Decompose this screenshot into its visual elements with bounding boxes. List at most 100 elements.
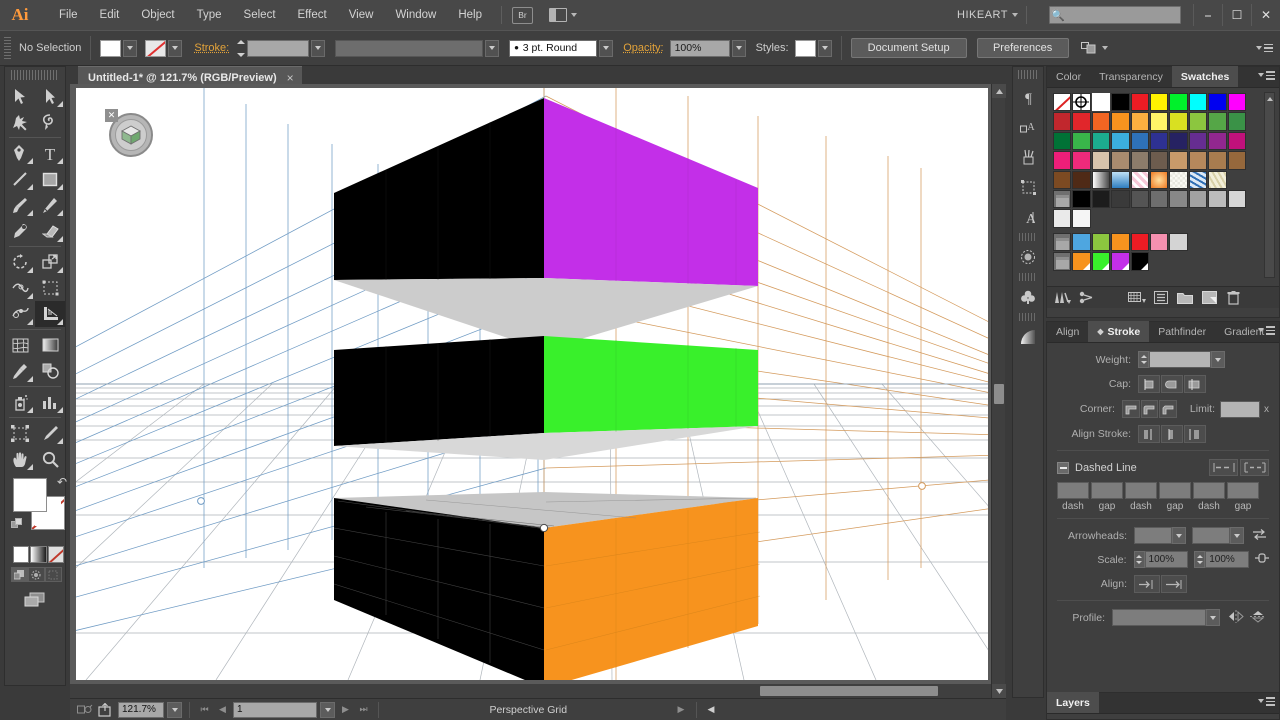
slice-tool[interactable] xyxy=(35,420,65,446)
horizontal-scroll-thumb[interactable] xyxy=(760,686,938,696)
swatch-gray[interactable] xyxy=(1149,189,1169,209)
symbol-library-icon[interactable] xyxy=(1013,282,1043,312)
collapse-status-button[interactable]: ◀ xyxy=(704,702,719,718)
first-artboard-button[interactable]: ⏮ xyxy=(197,702,212,718)
swatch-color[interactable] xyxy=(1169,131,1188,151)
swatch-pattern-pink[interactable] xyxy=(1130,170,1149,189)
swatch-gray[interactable] xyxy=(1091,189,1111,209)
profile-dropdown[interactable] xyxy=(1112,609,1220,626)
bridge-button[interactable]: Br xyxy=(512,6,533,24)
swatch-color[interactable] xyxy=(1188,112,1208,131)
minimize-button[interactable]: ⎯ xyxy=(1193,4,1222,26)
swatch-black[interactable] xyxy=(1111,93,1130,112)
change-screen-mode-button[interactable] xyxy=(22,590,48,610)
color-group-folder-icon[interactable] xyxy=(1053,232,1072,252)
new-color-group-icon[interactable] xyxy=(1175,289,1195,307)
menu-effect[interactable]: Effect xyxy=(287,0,338,30)
gradient-tool[interactable] xyxy=(35,332,65,358)
panel-grip[interactable] xyxy=(1018,70,1038,79)
opacity-label[interactable]: Opacity: xyxy=(623,42,663,54)
miter-join-button[interactable] xyxy=(1121,400,1140,418)
dashes-preserve-exact-button[interactable] xyxy=(1209,459,1238,476)
swatch-registration[interactable] xyxy=(1072,93,1091,112)
selection-tool[interactable] xyxy=(5,83,35,109)
swatch-gray[interactable] xyxy=(1169,189,1188,209)
swatch-color[interactable] xyxy=(1111,131,1130,151)
scale-end-field[interactable]: 100% xyxy=(1205,551,1249,568)
arrowhead-start-dropdown[interactable] xyxy=(1134,527,1186,544)
swatch-color[interactable] xyxy=(1091,131,1111,151)
swatch-green[interactable] xyxy=(1169,93,1188,112)
dash-input[interactable] xyxy=(1125,482,1157,499)
arrange-documents-button[interactable] xyxy=(549,8,577,22)
line-segment-tool[interactable] xyxy=(5,166,35,192)
stroke-dropdown[interactable] xyxy=(168,39,183,57)
close-button[interactable]: ✕ xyxy=(1251,4,1280,26)
brush-definition-field[interactable]: • 3 pt. Round xyxy=(509,39,598,57)
share-on-behance-icon[interactable] xyxy=(97,702,115,718)
swatch-group-color[interactable] xyxy=(1130,232,1149,252)
opacity-dropdown[interactable] xyxy=(731,39,746,57)
pencil-tool[interactable] xyxy=(35,192,65,218)
swatch-color[interactable] xyxy=(1149,151,1169,170)
tab-stroke[interactable]: ◆ Stroke xyxy=(1088,321,1150,342)
menu-object[interactable]: Object xyxy=(130,0,185,30)
tab-transparency[interactable]: Transparency xyxy=(1090,66,1172,87)
document-setup-button[interactable]: Document Setup xyxy=(850,38,967,58)
paragraph-icon[interactable]: ¶ xyxy=(1013,82,1043,112)
magic-wand-tool[interactable] xyxy=(5,109,35,135)
control-panel-menu-button[interactable] xyxy=(1256,41,1273,55)
gap-field-1[interactable]: gap xyxy=(1091,482,1123,512)
eraser-tool[interactable] xyxy=(35,218,65,244)
swatch-color[interactable] xyxy=(1091,112,1111,131)
rectangle-tool[interactable] xyxy=(35,166,65,192)
lasso-tool[interactable] xyxy=(35,109,65,135)
swatch-cyan[interactable] xyxy=(1188,93,1208,112)
swatch-color[interactable] xyxy=(1188,151,1208,170)
preferences-button[interactable]: Preferences xyxy=(976,38,1069,58)
place-arrow-tip-at-end-button[interactable] xyxy=(1161,575,1187,593)
scroll-up-button[interactable] xyxy=(1265,93,1274,104)
swatch-color[interactable] xyxy=(1072,112,1091,131)
rotate-tool[interactable] xyxy=(5,249,35,275)
swatch-gray[interactable] xyxy=(1111,189,1130,209)
scale-start-field[interactable]: 100% xyxy=(1144,551,1189,568)
swatch-gray[interactable] xyxy=(1130,189,1149,209)
hand-tool[interactable] xyxy=(5,446,35,472)
swatch-global-green[interactable] xyxy=(1091,252,1111,271)
blend-tool[interactable] xyxy=(35,358,65,384)
weight-dropdown[interactable] xyxy=(1211,351,1227,368)
swatch-libraries-icon[interactable] xyxy=(1053,289,1073,307)
link-color-harmony-icon[interactable] xyxy=(1077,289,1097,307)
menu-help[interactable]: Help xyxy=(447,0,493,30)
swatch-color[interactable] xyxy=(1111,112,1130,131)
mesh-tool[interactable] xyxy=(5,332,35,358)
next-artboard-button[interactable]: ▶ xyxy=(338,702,353,718)
swatch-blue[interactable] xyxy=(1208,93,1227,112)
maximize-button[interactable]: ☐ xyxy=(1222,4,1251,26)
bevel-join-button[interactable] xyxy=(1159,400,1177,418)
swatch-color[interactable] xyxy=(1130,151,1149,170)
swatch-red[interactable] xyxy=(1130,93,1149,112)
tab-color[interactable]: Color xyxy=(1047,66,1090,87)
perspective-grid-widget[interactable]: ✕ xyxy=(105,109,153,157)
dash-field-1[interactable]: dash xyxy=(1057,482,1089,512)
artboard-tool[interactable] xyxy=(5,420,35,446)
align-stroke-center-button[interactable] xyxy=(1138,425,1160,443)
direct-selection-tool[interactable] xyxy=(35,83,65,109)
swatch-color[interactable] xyxy=(1130,131,1149,151)
menu-edit[interactable]: Edit xyxy=(89,0,131,30)
type-tool[interactable]: T xyxy=(35,140,65,166)
swatch-color[interactable] xyxy=(1208,131,1227,151)
close-icon[interactable]: × xyxy=(287,71,294,85)
vertical-scroll-thumb[interactable] xyxy=(994,384,1004,404)
fill-dropdown[interactable] xyxy=(123,39,138,57)
zoom-level-field[interactable]: 121.7% xyxy=(118,701,164,718)
tab-layers[interactable]: Layers xyxy=(1047,692,1099,713)
horizontal-scrollbar[interactable] xyxy=(70,684,991,698)
swatches-scrollbar[interactable] xyxy=(1264,92,1275,278)
align-stroke-inside-button[interactable] xyxy=(1161,425,1183,443)
draw-behind-button[interactable] xyxy=(28,567,45,582)
tab-align[interactable]: Align xyxy=(1047,321,1088,342)
swatch-color[interactable] xyxy=(1091,151,1111,170)
